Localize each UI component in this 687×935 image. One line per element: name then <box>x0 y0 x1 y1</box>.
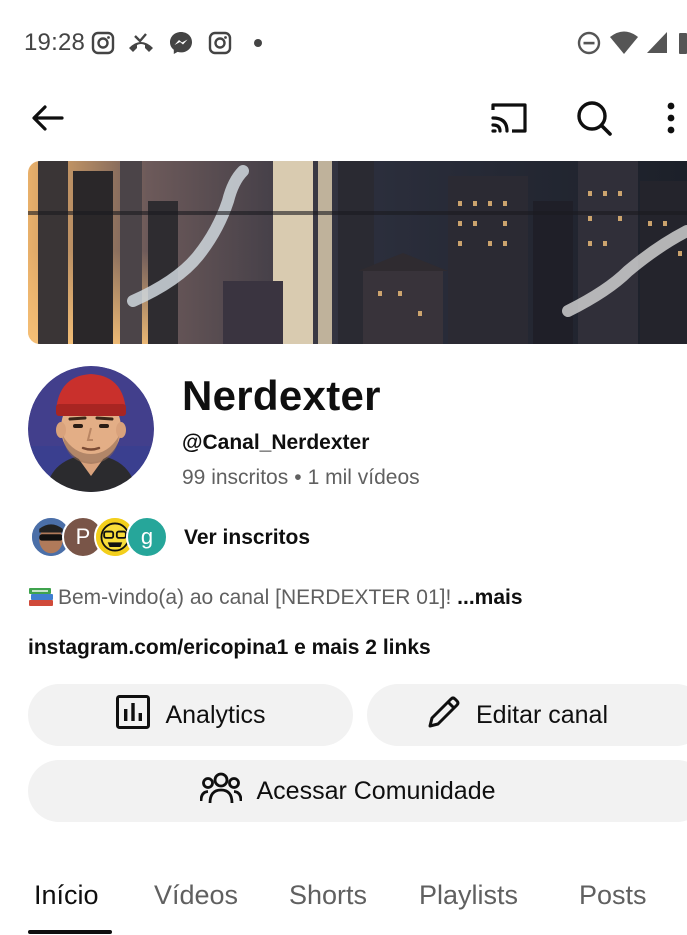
cast-button[interactable] <box>487 98 531 142</box>
subscriber-avatar: g <box>126 516 168 558</box>
wifi-icon <box>609 30 639 61</box>
channel-handle: @Canal_Nerdexter <box>182 431 370 454</box>
channel-banner[interactable] <box>28 161 687 344</box>
tab-shorts[interactable]: Shorts <box>289 880 367 911</box>
ver-inscritos-link[interactable]: Ver inscritos <box>184 526 310 550</box>
edit-channel-label: Editar canal <box>475 700 609 729</box>
video-count: 1 mil vídeos <box>307 466 420 489</box>
description-more-button[interactable]: ...mais <box>457 586 522 609</box>
do-not-disturb-icon <box>577 30 601 61</box>
search-icon <box>574 98 614 143</box>
cast-icon <box>488 100 530 141</box>
active-tab-indicator <box>28 930 112 934</box>
channel-name: Nerdexter <box>182 372 381 419</box>
more-vert-icon <box>665 100 677 141</box>
messenger-icon <box>168 30 194 56</box>
tab-playlists[interactable]: Playlists <box>419 880 518 911</box>
channel-links[interactable]: instagram.com/ericopina1 e mais 2 links <box>28 636 431 660</box>
channel-stats: 99 inscritos • 1 mil vídeos <box>182 466 420 490</box>
cellular-signal-icon <box>645 30 669 61</box>
arrow-left-icon <box>30 100 66 141</box>
status-bar: 19:28 <box>0 0 687 88</box>
instagram-icon <box>207 30 233 56</box>
tab-posts[interactable]: Posts <box>579 880 647 911</box>
battery-icon <box>679 30 687 61</box>
community-label: Acessar Comunidade <box>256 776 496 805</box>
channel-description[interactable]: Bem-vindo(a) ao canal [NERDEXTER 01]! ..… <box>28 585 523 610</box>
tab-inicio[interactable]: Início <box>34 880 99 911</box>
missed-call-icon <box>127 30 153 56</box>
tab-videos[interactable]: Vídeos <box>154 880 238 911</box>
description-text: Bem-vindo(a) ao canal [NERDEXTER 01]! <box>58 586 452 609</box>
channel-tabs: Início Vídeos Shorts Playlists Posts <box>0 858 687 935</box>
analytics-icon <box>115 694 165 737</box>
status-time: 19:28 <box>24 29 86 56</box>
subscriber-count: 99 inscritos <box>182 466 289 489</box>
analytics-button[interactable]: Analytics <box>28 684 353 746</box>
more-options-button[interactable] <box>656 98 686 142</box>
channel-avatar[interactable] <box>28 366 154 492</box>
analytics-label: Analytics <box>165 700 266 729</box>
dot-icon <box>250 30 276 56</box>
books-emoji-icon <box>28 585 54 607</box>
back-button[interactable] <box>26 98 70 142</box>
people-icon <box>200 770 256 813</box>
community-button[interactable]: Acessar Comunidade <box>28 760 687 822</box>
subscriber-avatars[interactable]: P g <box>30 516 170 558</box>
edit-channel-button[interactable]: Editar canal <box>367 684 687 746</box>
pencil-icon <box>426 694 476 737</box>
instagram-icon <box>90 30 116 56</box>
search-button[interactable] <box>572 98 616 142</box>
separator: • <box>294 466 302 489</box>
